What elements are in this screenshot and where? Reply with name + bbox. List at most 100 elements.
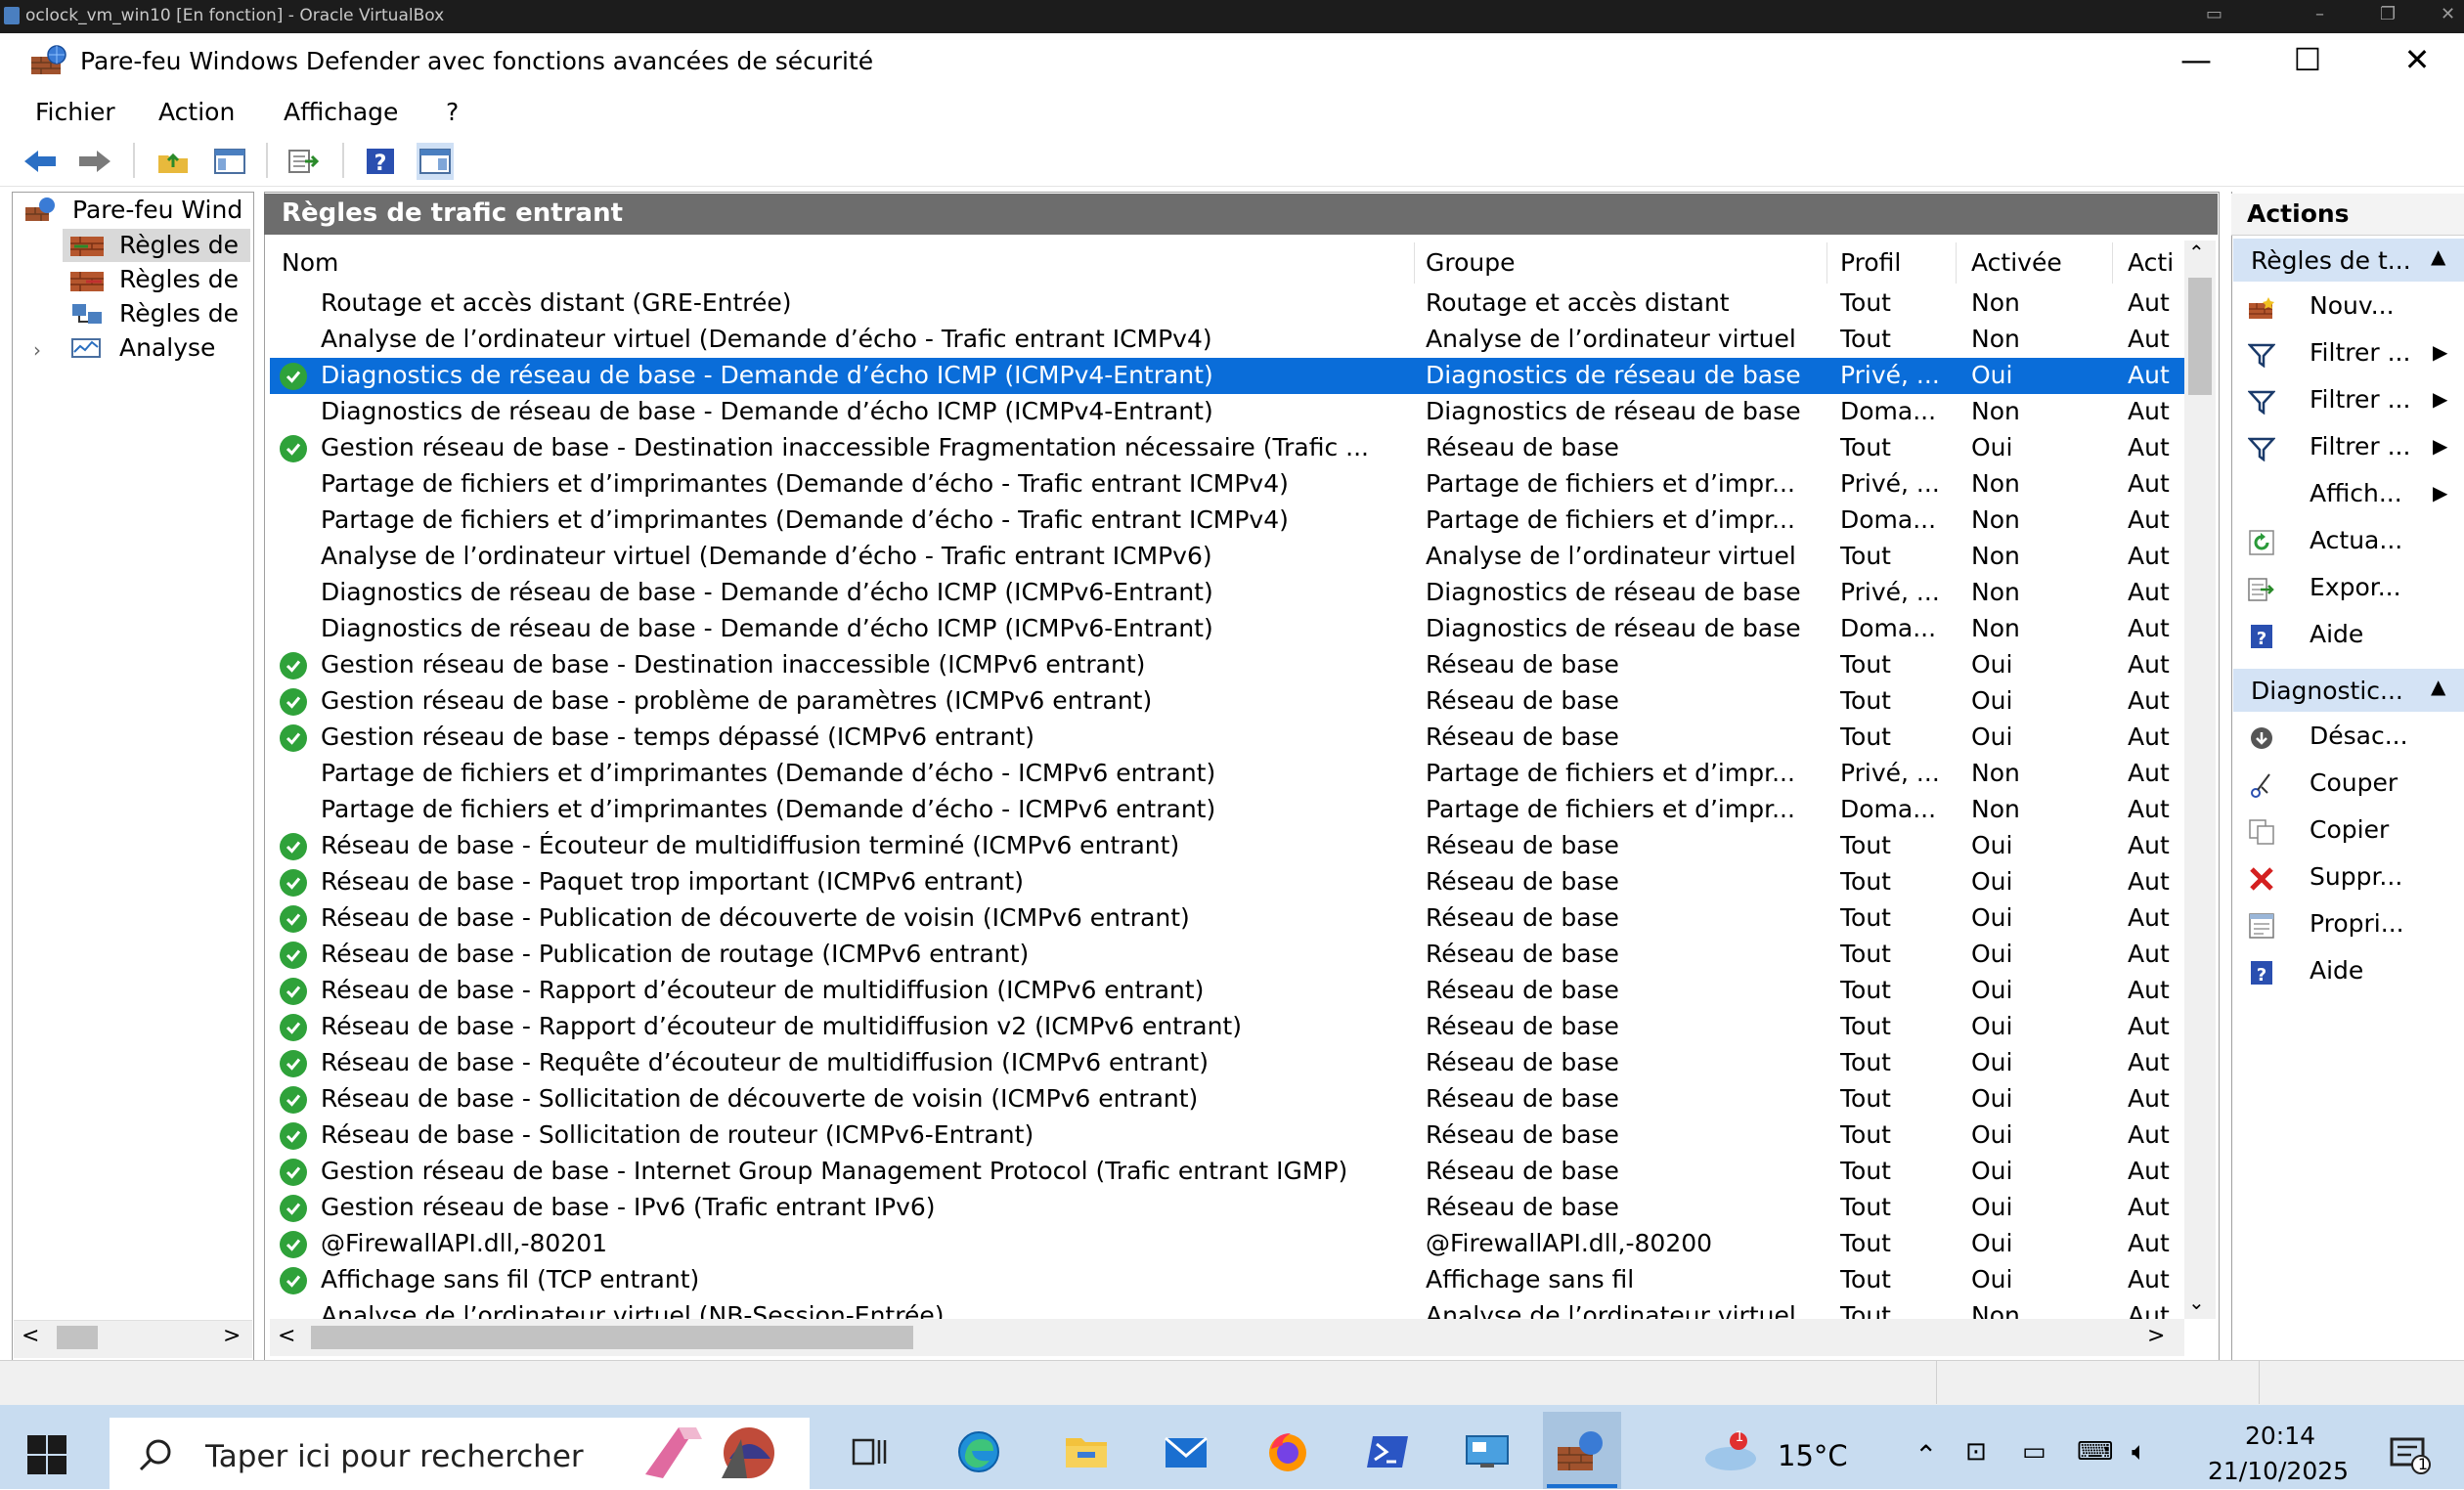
column-divider[interactable]: [1414, 242, 1415, 284]
vbox-screen-icon[interactable]: ▭: [2206, 4, 2222, 24]
action-item[interactable]: Expor...: [2310, 573, 2401, 601]
minimize-button[interactable]: —: [2167, 41, 2225, 78]
menu-fichier[interactable]: Fichier: [35, 98, 115, 126]
table-row[interactable]: Réseau de base - Publication de routage …: [270, 937, 2184, 973]
table-row[interactable]: Réseau de base - Sollicitation de routeu…: [270, 1118, 2184, 1154]
table-row[interactable]: @FirewallAPI.dll,-80201 @FirewallAPI.dll,…: [270, 1226, 2184, 1262]
table-row[interactable]: Routage et accès distant (GRE-Entrée) Rou…: [270, 285, 2184, 322]
table-row[interactable]: Diagnostics de réseau de base - Demande …: [270, 358, 2184, 394]
column-header-groupe[interactable]: Groupe: [1426, 248, 1516, 277]
table-row[interactable]: Diagnostics de réseau de base - Demande …: [270, 611, 2184, 647]
action-item[interactable]: Filtrer ...: [2310, 338, 2410, 367]
clock-date[interactable]: 21/10/2025: [2200, 1457, 2356, 1485]
column-header-nom[interactable]: Nom: [282, 248, 338, 277]
action-item[interactable]: Filtrer ...: [2310, 432, 2410, 460]
remote-desktop-icon[interactable]: [1461, 1425, 1514, 1478]
scroll-left-icon[interactable]: <: [278, 1324, 295, 1348]
tray-chevron-up-icon[interactable]: ⌃: [1914, 1439, 1937, 1471]
table-row[interactable]: Réseau de base - Requête d’écouteur de m…: [270, 1045, 2184, 1081]
powershell-icon[interactable]: [1361, 1425, 1414, 1478]
vbox-maximize-button[interactable]: ❐: [2380, 4, 2396, 24]
tree-item-monitoring[interactable]: Analyse: [119, 333, 215, 362]
rules-vertical-scrollbar[interactable]: [2184, 241, 2216, 1319]
table-row[interactable]: Analyse de l’ordinateur virtuel (NB-Sess…: [270, 1298, 2184, 1319]
action-item[interactable]: Aide: [2310, 956, 2363, 985]
windows-start-icon[interactable]: [25, 1433, 68, 1480]
menu-action[interactable]: Action: [158, 98, 235, 126]
action-item[interactable]: Couper: [2310, 768, 2398, 797]
action-item[interactable]: Affich...: [2310, 479, 2402, 507]
column-divider[interactable]: [1956, 242, 1957, 284]
edge-icon[interactable]: [952, 1425, 1005, 1478]
column-divider[interactable]: [1826, 242, 1827, 284]
table-row[interactable]: Gestion réseau de base - temps dépassé (…: [270, 720, 2184, 756]
table-row[interactable]: Réseau de base - Publication de découver…: [270, 900, 2184, 937]
tree-horizontal-scrollbar[interactable]: [14, 1320, 252, 1358]
tray-network-icon[interactable]: ⌨: [2077, 1437, 2114, 1467]
table-row[interactable]: Partage de fichiers et d’imprimantes (De…: [270, 466, 2184, 503]
mail-icon[interactable]: [1160, 1425, 1212, 1478]
actions-section-label[interactable]: Diagnostic...: [2251, 677, 2403, 705]
scroll-left-icon[interactable]: <: [22, 1324, 39, 1348]
table-row[interactable]: Analyse de l’ordinateur virtuel (Demande…: [270, 539, 2184, 575]
column-header-action[interactable]: Acti: [2128, 248, 2174, 277]
scroll-right-icon[interactable]: >: [223, 1324, 241, 1348]
table-row[interactable]: Analyse de l’ordinateur virtuel (Demande…: [270, 322, 2184, 358]
task-view-icon[interactable]: [843, 1425, 896, 1478]
menu-affichage[interactable]: Affichage: [284, 98, 398, 126]
forward-icon[interactable]: [76, 143, 113, 180]
close-button[interactable]: ✕: [2388, 41, 2446, 78]
action-item[interactable]: Nouv...: [2310, 291, 2395, 320]
actions-section-label[interactable]: Règles de t...: [2251, 246, 2411, 275]
action-item[interactable]: Actua...: [2310, 526, 2402, 554]
table-row[interactable]: Réseau de base - Rapport d’écouteur de m…: [270, 973, 2184, 1009]
file-explorer-icon[interactable]: [1060, 1425, 1113, 1478]
table-row[interactable]: Gestion réseau de base - Internet Group …: [270, 1154, 2184, 1190]
collapse-up-icon[interactable]: ▲: [2431, 244, 2445, 268]
table-row[interactable]: Partage de fichiers et d’imprimantes (De…: [270, 792, 2184, 828]
action-item[interactable]: Propri...: [2310, 909, 2404, 938]
tray-meet-icon[interactable]: ⊡: [1965, 1437, 1987, 1467]
table-row[interactable]: Gestion réseau de base - Destination ina…: [270, 430, 2184, 466]
action-item[interactable]: Copier: [2310, 815, 2389, 844]
back-icon[interactable]: [22, 143, 59, 180]
menu-help[interactable]: ?: [446, 98, 459, 126]
vbox-close-button[interactable]: ✕: [2441, 4, 2455, 24]
up-folder-icon[interactable]: [154, 143, 192, 180]
column-divider[interactable]: [2112, 242, 2113, 284]
firewall-taskbar-icon[interactable]: [1555, 1425, 1607, 1478]
tree-item-outbound-rules[interactable]: Règles de: [119, 265, 239, 293]
action-item[interactable]: Filtrer ...: [2310, 385, 2410, 414]
maximize-button[interactable]: ☐: [2278, 41, 2337, 78]
tree-item-connection-security[interactable]: Règles de: [119, 299, 239, 328]
tray-battery-icon[interactable]: ▭: [2022, 1437, 2046, 1467]
help-icon[interactable]: ?: [362, 143, 399, 180]
tree-scroll-thumb[interactable]: [57, 1326, 98, 1349]
weather-temperature[interactable]: 15°C: [1778, 1439, 1848, 1472]
rules-horizontal-scroll-thumb[interactable]: [311, 1326, 913, 1349]
table-row[interactable]: Gestion réseau de base - problème de par…: [270, 683, 2184, 720]
scroll-right-icon[interactable]: >: [2147, 1324, 2165, 1348]
table-row[interactable]: Partage de fichiers et d’imprimantes (De…: [270, 756, 2184, 792]
show-hide-action-pane-icon[interactable]: [417, 143, 454, 180]
table-row[interactable]: Réseau de base - Sollicitation de découv…: [270, 1081, 2184, 1118]
show-hide-console-tree-icon[interactable]: [211, 143, 248, 180]
scroll-down-icon[interactable]: ⌄: [2188, 1291, 2205, 1314]
table-row[interactable]: Gestion réseau de base - Destination ina…: [270, 647, 2184, 683]
vbox-minimize-button[interactable]: –: [2315, 4, 2324, 24]
table-row[interactable]: Réseau de base - Rapport d’écouteur de m…: [270, 1009, 2184, 1045]
firefox-icon[interactable]: [1261, 1425, 1314, 1478]
clock-time[interactable]: 20:14: [2212, 1422, 2349, 1450]
tray-volume-icon[interactable]: 🔈︎: [2132, 1437, 2147, 1468]
rules-vertical-scroll-thumb[interactable]: [2188, 278, 2212, 395]
table-row[interactable]: Réseau de base - Écouteur de multidiffus…: [270, 828, 2184, 864]
table-row[interactable]: Partage de fichiers et d’imprimantes (De…: [270, 503, 2184, 539]
tree-item-inbound-rules[interactable]: Règles de: [119, 231, 239, 259]
taskbar-search-placeholder[interactable]: Taper ici pour rechercher: [205, 1439, 584, 1474]
tree-expand-chevron-icon[interactable]: ›: [33, 338, 41, 362]
column-header-activee[interactable]: Activée: [1971, 248, 2062, 277]
column-header-profil[interactable]: Profil: [1840, 248, 1901, 277]
collapse-up-icon[interactable]: ▲: [2431, 675, 2445, 698]
export-list-icon[interactable]: [286, 143, 323, 180]
tree-root-label[interactable]: Pare-feu Wind: [72, 196, 242, 224]
